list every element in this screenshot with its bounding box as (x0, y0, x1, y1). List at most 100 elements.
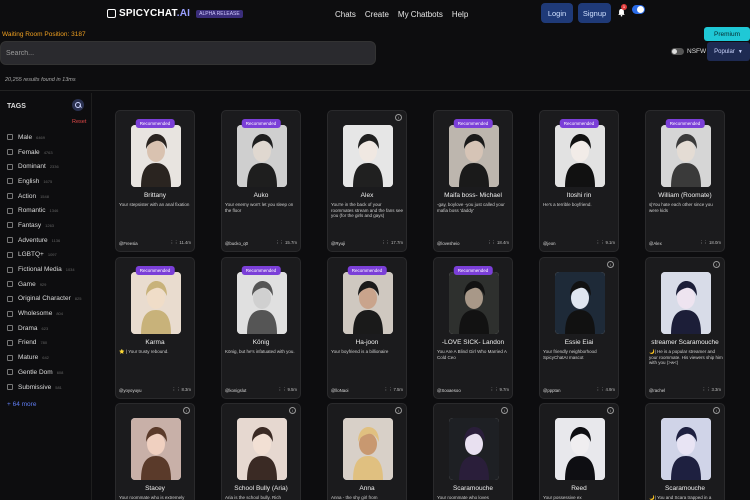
character-author[interactable]: @rachel (649, 388, 665, 393)
tag-checkbox[interactable] (7, 251, 13, 258)
tag-checkbox[interactable] (7, 369, 13, 376)
chatbot-card[interactable]: i Scaramouche Your roommate who loves (433, 403, 513, 500)
tag-checkbox[interactable] (7, 222, 13, 229)
tag-item[interactable]: Adventure 1136 (7, 233, 81, 248)
nav-my-chatbots[interactable]: My Chatbots (398, 10, 443, 19)
character-author[interactable]: @jeon (543, 241, 556, 246)
chatbot-card[interactable]: i Essie Eiai Your friendly neighborhood Sp… (539, 257, 619, 399)
nsfw-label: NSFW (687, 48, 707, 55)
character-author[interactable]: @bucko_q0 (225, 241, 248, 246)
tag-checkbox[interactable] (7, 354, 13, 361)
info-icon[interactable]: i (183, 407, 190, 414)
info-icon[interactable]: i (395, 407, 402, 414)
character-author[interactable]: @Freesia (119, 241, 138, 246)
tag-item[interactable]: Female 4763 (7, 145, 81, 160)
chatbot-card[interactable]: i Scaramouche 🌙| You and Scara trapped in … (645, 403, 725, 500)
character-author[interactable]: @Ryuji (331, 241, 345, 246)
character-description: 🌙| He is a popular streamer and your roo… (649, 349, 723, 365)
tag-item[interactable]: LGBTQ+ 1097 (7, 248, 81, 263)
recommended-badge: Recommended (135, 266, 175, 275)
nav-chats[interactable]: Chats (335, 10, 356, 19)
tag-item[interactable]: Dominant 2336 (7, 159, 81, 174)
character-author[interactable]: @ppptan (543, 388, 561, 393)
tag-item[interactable]: Wholesome 804 (7, 306, 81, 321)
tag-checkbox[interactable] (7, 339, 13, 346)
tag-item[interactable]: Game 929 (7, 277, 81, 292)
character-name: streamer Scaramouche (651, 339, 719, 346)
site-logo[interactable]: SPICYCHAT.AI ALPHA RELEASE (107, 8, 243, 19)
signup-button[interactable]: Signup (578, 3, 611, 23)
tag-checkbox[interactable] (7, 207, 13, 214)
tag-checkbox[interactable] (7, 384, 13, 391)
tag-count: 6469 (36, 134, 45, 140)
tag-item[interactable]: Fantasy 1263 (7, 218, 81, 233)
tag-checkbox[interactable] (7, 281, 13, 288)
waiting-room-position: Waiting Room Position: 3187 (2, 31, 86, 38)
character-author[interactable]: @lloNaoi (331, 388, 349, 393)
tags-search-icon[interactable] (72, 99, 84, 111)
tag-item[interactable]: Submissive 581 (7, 380, 81, 395)
tag-item[interactable]: English 1675 (7, 174, 81, 189)
chatbot-card[interactable]: Recommended Brittany Your stepsister with … (115, 110, 195, 252)
character-author[interactable]: @Sooaesoo (437, 388, 461, 393)
tag-checkbox[interactable] (7, 163, 13, 170)
chatbot-card[interactable]: Recommended Karma ⭐ | Your trusty rebound.… (115, 257, 195, 399)
character-author[interactable]: @Alex (649, 241, 662, 246)
info-icon[interactable]: i (289, 407, 296, 414)
search-input[interactable] (1, 42, 375, 65)
tag-item[interactable]: Male 6469 (7, 130, 81, 145)
chatbot-card[interactable]: Recommended König König, but he's infatuat… (221, 257, 301, 399)
chatbot-card[interactable]: Recommended William (Roomate) s|You hate e… (645, 110, 725, 252)
tag-checkbox[interactable] (7, 149, 13, 156)
chatbot-card[interactable]: i streamer Scaramouche 🌙| He is a popular … (645, 257, 725, 399)
chatbot-card[interactable]: Recommended Itoshi rin He's a terrible boy… (539, 110, 619, 252)
chatbot-card[interactable]: i Reed Your possessive ex (539, 403, 619, 500)
info-icon[interactable]: i (501, 407, 508, 414)
tag-checkbox[interactable] (7, 178, 13, 185)
tag-checkbox[interactable] (7, 266, 13, 273)
chatbot-card[interactable]: Recommended Ha-joon Your boyfriend is a bi… (327, 257, 407, 399)
tag-checkbox[interactable] (7, 295, 13, 302)
chatbot-card[interactable]: i Anna Anna - the shy girl from (327, 403, 407, 500)
reset-link[interactable]: Reset (72, 119, 86, 125)
theme-toggle[interactable] (632, 5, 645, 14)
info-icon[interactable]: i (395, 114, 402, 121)
character-avatar (449, 125, 499, 187)
tag-item[interactable]: Mature 642 (7, 350, 81, 365)
tag-item[interactable]: Friend 780 (7, 336, 81, 351)
message-count-value: 9.1m (605, 240, 615, 245)
chatbot-card[interactable]: i Stacey Your roommate who is extremely (115, 403, 195, 500)
chatbot-card[interactable]: Recommended Maifa boss- Michael -gay, boyl… (433, 110, 513, 252)
tag-item[interactable]: Romantic 1346 (7, 203, 81, 218)
tag-item[interactable]: Drama 623 (7, 321, 81, 336)
tag-item[interactable]: Gentle Dom 608 (7, 365, 81, 380)
chatbot-card[interactable]: Recommended Auko Your enemy won't let you … (221, 110, 301, 252)
premium-button[interactable]: Premium (704, 27, 750, 41)
nav-help[interactable]: Help (452, 10, 468, 19)
character-avatar (131, 418, 181, 480)
info-icon[interactable]: i (607, 407, 614, 414)
info-icon[interactable]: i (607, 261, 614, 268)
info-icon[interactable]: i (713, 261, 720, 268)
tag-item[interactable]: Original Character 825 (7, 292, 81, 307)
character-author[interactable]: @yoyoyuyu (119, 388, 142, 393)
character-author[interactable]: @lovesheio (437, 241, 460, 246)
sort-select[interactable]: Popular ▼ (707, 42, 750, 61)
nsfw-toggle[interactable] (671, 48, 684, 55)
tag-checkbox[interactable] (7, 237, 13, 244)
character-author[interactable]: @konigslut (225, 388, 246, 393)
tag-checkbox[interactable] (7, 134, 13, 141)
info-icon[interactable]: i (713, 407, 720, 414)
chatbot-card[interactable]: Recommended -LOVE SICK- Landon You Are A B… (433, 257, 513, 399)
login-button[interactable]: Login (541, 3, 573, 23)
tag-checkbox[interactable] (7, 310, 13, 317)
nav-create[interactable]: Create (365, 10, 389, 19)
more-tags-link[interactable]: + 64 more (7, 401, 36, 408)
chatbot-card[interactable]: i Alex You're in the back of your roommate… (327, 110, 407, 252)
chatbot-card[interactable]: i School Bully (Aria) Aria is the school b… (221, 403, 301, 500)
tag-checkbox[interactable] (7, 193, 13, 200)
tag-checkbox[interactable] (7, 325, 13, 332)
logo-icon (107, 9, 116, 18)
tag-item[interactable]: Action 1548 (7, 189, 81, 204)
tag-item[interactable]: Fictional Media 1034 (7, 262, 81, 277)
